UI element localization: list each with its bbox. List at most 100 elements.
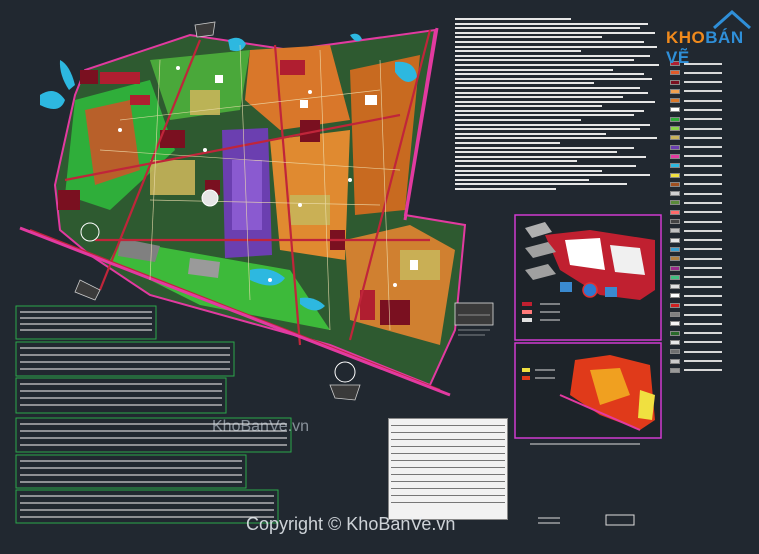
legend-swatch	[670, 163, 680, 169]
legend-label-line	[684, 81, 722, 84]
legend-swatch	[670, 144, 680, 150]
legend-swatch	[670, 228, 680, 234]
legend-label-line	[684, 332, 722, 335]
legend-row	[670, 79, 722, 86]
legend-label-line	[684, 322, 722, 325]
legend-swatch	[670, 153, 680, 159]
inset-zoning-map	[514, 214, 662, 341]
legend-swatch	[670, 126, 680, 132]
legend-label-line	[684, 164, 722, 167]
legend-row	[670, 97, 722, 104]
legend-swatch	[670, 200, 680, 206]
legend-swatch	[670, 209, 680, 215]
legend-label-line	[684, 108, 722, 111]
cross-section-detail	[454, 302, 494, 336]
legend-swatch	[670, 79, 680, 85]
logo-part1: KHO	[666, 28, 706, 47]
legend-label-line	[684, 229, 722, 232]
scale-notes	[538, 514, 635, 526]
legend-swatch	[670, 358, 680, 364]
inset-location-map	[514, 342, 662, 445]
planning-notes-text	[455, 18, 665, 218]
legend-swatch	[670, 172, 680, 178]
legend-swatch	[670, 367, 680, 373]
legend-label-line	[684, 248, 722, 251]
legend-swatch	[670, 321, 680, 327]
legend-swatch	[670, 330, 680, 336]
legend-label-line	[684, 183, 722, 186]
legend-row	[670, 246, 722, 253]
legend-row	[670, 339, 722, 346]
legend-swatch	[670, 312, 680, 318]
legend-row	[670, 367, 722, 374]
legend-label-line	[684, 90, 722, 93]
legend-row	[670, 311, 722, 318]
land-use-table-rows	[20, 311, 287, 518]
legend-row	[670, 330, 722, 337]
copyright-text: Copyright © KhoBanVe.vn	[246, 514, 456, 534]
site-plan	[19, 21, 467, 401]
legend-row	[670, 218, 722, 225]
legend-row	[670, 358, 722, 365]
legend-swatch	[670, 88, 680, 94]
legend-row	[670, 125, 722, 132]
legend-row	[670, 88, 722, 95]
legend-row	[670, 153, 722, 160]
legend-row	[670, 237, 722, 244]
legend-swatch	[670, 284, 680, 290]
legend-label-line	[684, 360, 722, 362]
legend-row	[670, 227, 722, 234]
legend-swatch	[670, 135, 680, 141]
legend-row	[670, 255, 722, 262]
legend-row	[670, 162, 722, 169]
legend-swatch	[670, 246, 680, 252]
khobanve-logo: KHOBÁN VẼ	[666, 28, 759, 68]
legend-label-line	[684, 341, 722, 344]
legend-label-line	[684, 276, 722, 279]
legend-label-line	[684, 294, 722, 297]
legend-label-line	[684, 304, 722, 307]
legend-label-line	[684, 369, 722, 372]
legend-label-line	[684, 239, 722, 242]
legend-swatch	[670, 349, 680, 355]
legend-row	[670, 265, 722, 272]
legend-swatch	[670, 256, 680, 262]
legend-row	[670, 69, 722, 76]
legend-swatch	[670, 293, 680, 299]
legend-swatch	[670, 98, 680, 104]
legend-row	[670, 190, 722, 197]
legend-label-line	[684, 285, 722, 288]
legend-swatch	[670, 191, 680, 197]
legend-row	[670, 172, 722, 179]
legend-swatch	[670, 274, 680, 280]
legend-label-line	[684, 257, 722, 260]
legend-label-line	[684, 127, 722, 130]
legend-row	[670, 274, 722, 281]
legend-row	[670, 181, 722, 188]
map-legend	[670, 60, 722, 380]
legend-row	[670, 116, 722, 123]
legend-row	[670, 199, 722, 206]
legend-swatch	[670, 219, 680, 225]
legend-label-line	[684, 201, 722, 204]
legend-row	[670, 320, 722, 327]
legend-label-line	[684, 192, 722, 195]
legend-label-line	[684, 155, 722, 158]
legend-swatch	[670, 339, 680, 345]
legend-label-line	[684, 350, 722, 353]
legend-row	[670, 106, 722, 113]
house-roof-icon	[713, 9, 751, 30]
legend-swatch	[670, 237, 680, 243]
legend-label-line	[684, 118, 722, 121]
legend-row	[670, 348, 722, 355]
legend-row	[670, 283, 722, 290]
legend-label-line	[684, 71, 722, 74]
legend-swatch	[670, 70, 680, 76]
legend-swatch	[670, 265, 680, 271]
legend-swatch	[670, 107, 680, 113]
legend-row	[670, 302, 722, 309]
legend-swatch	[670, 302, 680, 308]
legend-swatch	[670, 116, 680, 122]
legend-label-line	[684, 313, 722, 316]
land-use-summary-table	[388, 418, 508, 520]
